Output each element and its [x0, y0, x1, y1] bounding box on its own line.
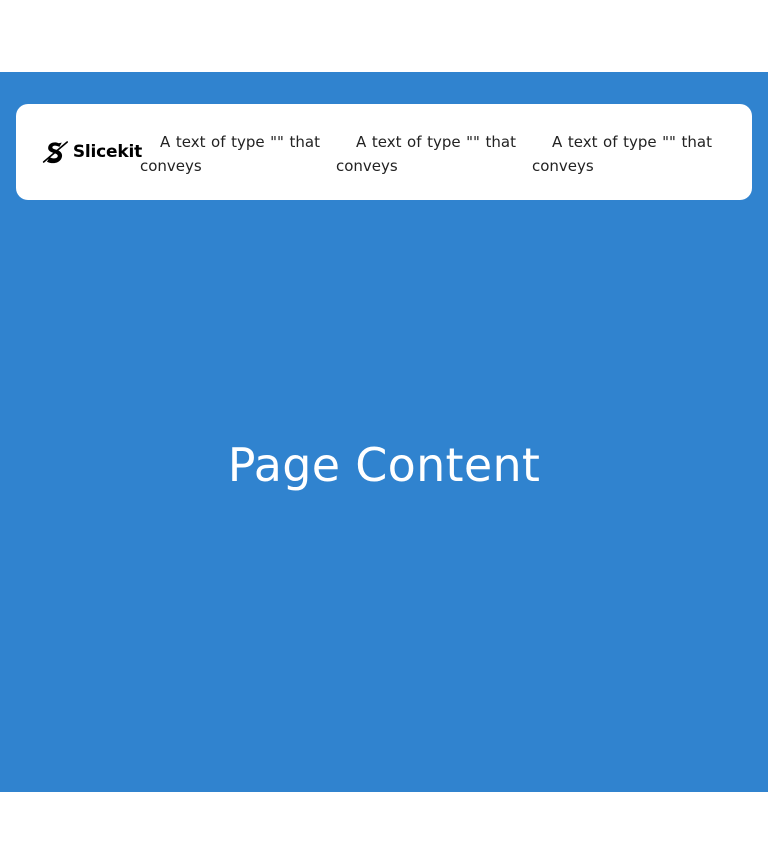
logo-text: Slicekit [72, 141, 142, 162]
page: Slicekit A text of type "" that conveys … [0, 0, 768, 864]
nav-item[interactable]: A text of type "" that conveys [532, 130, 712, 178]
hero-section: Slicekit A text of type "" that conveys … [0, 72, 768, 792]
slicekit-logo-icon [42, 141, 69, 164]
nav-item[interactable]: A text of type "" that conveys [336, 130, 516, 178]
page-content-heading: Page Content [227, 437, 541, 492]
nav-item[interactable]: A text of type "" that conveys [140, 130, 320, 178]
navbar: Slicekit A text of type "" that conveys … [16, 104, 752, 200]
logo[interactable]: Slicekit [40, 137, 142, 167]
